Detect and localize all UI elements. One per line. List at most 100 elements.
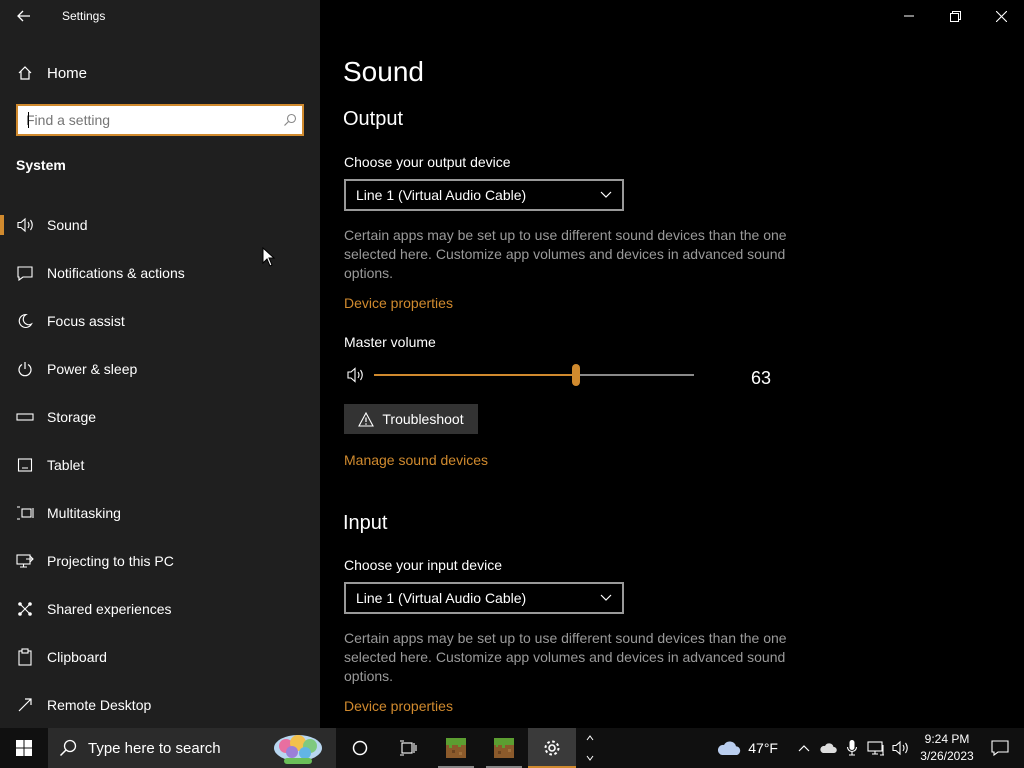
volume-button[interactable] [888, 728, 912, 768]
minimize-button[interactable] [886, 0, 932, 32]
output-heading: Output [343, 108, 404, 130]
troubleshoot-label: Troubleshoot [382, 411, 464, 427]
show-hidden-icons-button[interactable] [792, 728, 816, 768]
volume-icon[interactable] [346, 366, 366, 384]
clock[interactable]: 9:24 PM 3/26/2023 [918, 731, 976, 765]
speaker-icon [892, 740, 908, 756]
master-volume-label: Master volume [344, 334, 436, 350]
sidebar-item-shared-experiences[interactable]: Shared experiences [0, 585, 320, 633]
mouse-cursor-icon [262, 247, 276, 267]
minecraft-grass-block-icon [446, 738, 466, 758]
sidebar-item-tablet[interactable]: Tablet [0, 441, 320, 489]
sidebar-item-focus-assist[interactable]: Focus assist [0, 297, 320, 345]
power-icon [16, 360, 34, 378]
back-button[interactable] [0, 0, 48, 32]
weather-widget[interactable]: 47°F [716, 739, 778, 757]
sidebar-item-storage[interactable]: Storage [0, 393, 320, 441]
input-device-properties-link[interactable]: Device properties [344, 698, 453, 714]
input-description: Certain apps may be set up to use differ… [344, 630, 787, 684]
onedrive-button[interactable] [816, 728, 840, 768]
clock-date: 3/26/2023 [920, 749, 974, 763]
input-device-label: Choose your input device [344, 557, 502, 573]
troubleshoot-button[interactable]: Troubleshoot [344, 404, 478, 434]
taskbar-scroll-buttons[interactable] [582, 728, 598, 768]
microphone-icon [846, 740, 858, 756]
windows-logo-icon [16, 740, 32, 756]
sidebar-item-label: Sound [47, 217, 88, 233]
notification-icon [991, 740, 1009, 756]
window-title: Settings [62, 9, 106, 23]
sidebar-item-multitasking[interactable]: Multitasking [0, 489, 320, 537]
minecraft-launcher-button[interactable] [480, 728, 528, 768]
taskbar-search-box[interactable]: Type here to search [48, 728, 336, 768]
input-heading: Input [343, 512, 388, 534]
chevron-up-icon [798, 745, 810, 752]
shared-icon [16, 600, 34, 618]
tablet-icon [16, 456, 34, 474]
clipboard-icon [16, 648, 34, 666]
sidebar-item-label: Clipboard [47, 649, 107, 665]
speaker-icon [16, 216, 34, 234]
system-tray: 47°F 9:24 PM 3/26/2023 [716, 728, 1024, 768]
sidebar-item-sound[interactable]: Sound [0, 201, 320, 249]
manage-sound-devices-link[interactable]: Manage sound devices [344, 452, 488, 468]
window-controls [886, 0, 1024, 32]
sidebar-item-label: Power & sleep [47, 361, 138, 377]
sidebar-item-label: Projecting to this PC [47, 553, 174, 569]
chevron-down-icon [586, 755, 594, 761]
restore-icon [949, 10, 961, 22]
settings-app-button[interactable] [528, 728, 576, 768]
task-view-button[interactable] [384, 728, 432, 768]
chevron-down-icon [600, 594, 612, 601]
master-volume-value: 63 [751, 368, 772, 388]
close-button[interactable] [978, 0, 1024, 32]
cortana-button[interactable] [336, 728, 384, 768]
settings-search-input[interactable] [18, 106, 278, 134]
network-icon [867, 741, 884, 756]
sidebar-item-label: Storage [47, 409, 97, 425]
microphone-button[interactable] [840, 728, 864, 768]
output-device-label: Choose your output device [344, 154, 511, 170]
input-device-dropdown[interactable]: Line 1 (Virtual Audio Cable) [344, 582, 624, 614]
search-icon[interactable] [278, 106, 302, 134]
output-device-dropdown[interactable]: Line 1 (Virtual Audio Cable) [344, 179, 624, 211]
clock-time: 9:24 PM [924, 732, 970, 746]
network-button[interactable] [864, 728, 888, 768]
remote-desktop-icon [16, 696, 34, 714]
home-link[interactable]: Home [0, 56, 320, 90]
input-device-value: Line 1 (Virtual Audio Cable) [356, 590, 527, 606]
moon-icon [16, 312, 34, 330]
section-header-system: System [16, 157, 66, 173]
title-bar: Settings [0, 0, 320, 32]
output-device-properties-link[interactable]: Device properties [344, 295, 453, 311]
chevron-down-icon [600, 191, 612, 198]
start-button[interactable] [0, 728, 48, 768]
chevron-up-icon [586, 735, 594, 741]
sound-settings-page: Sound Output Choose your output device L… [320, 0, 1024, 728]
back-arrow-icon [17, 10, 30, 22]
action-center-button[interactable] [976, 728, 1024, 768]
sidebar-item-projecting[interactable]: Projecting to this PC [0, 537, 320, 585]
settings-search[interactable] [16, 104, 304, 136]
page-title: Sound [343, 56, 424, 87]
restore-button[interactable] [932, 0, 978, 32]
sidebar-item-remote-desktop[interactable]: Remote Desktop [0, 681, 320, 729]
sidebar-nav: Sound Notifications & actions Focus assi… [0, 201, 320, 729]
weather-temperature: 47°F [748, 740, 778, 756]
storage-icon [16, 408, 34, 426]
sidebar-item-label: Tablet [47, 457, 85, 473]
slider-thumb[interactable] [572, 364, 580, 386]
minimize-icon [904, 15, 914, 17]
sidebar-item-clipboard[interactable]: Clipboard [0, 633, 320, 681]
task-view-icon [400, 740, 417, 756]
minecraft-grass-block-icon [494, 738, 514, 758]
projecting-icon [16, 552, 34, 570]
sidebar-item-label: Remote Desktop [47, 697, 152, 713]
search-icon [48, 739, 88, 757]
minecraft-app-button[interactable] [432, 728, 480, 768]
cortana-circle-icon [352, 740, 368, 756]
sidebar-item-power-sleep[interactable]: Power & sleep [0, 345, 320, 393]
master-volume-slider[interactable] [374, 364, 694, 386]
home-icon [17, 65, 33, 81]
search-highlight-art-icon [274, 735, 322, 764]
